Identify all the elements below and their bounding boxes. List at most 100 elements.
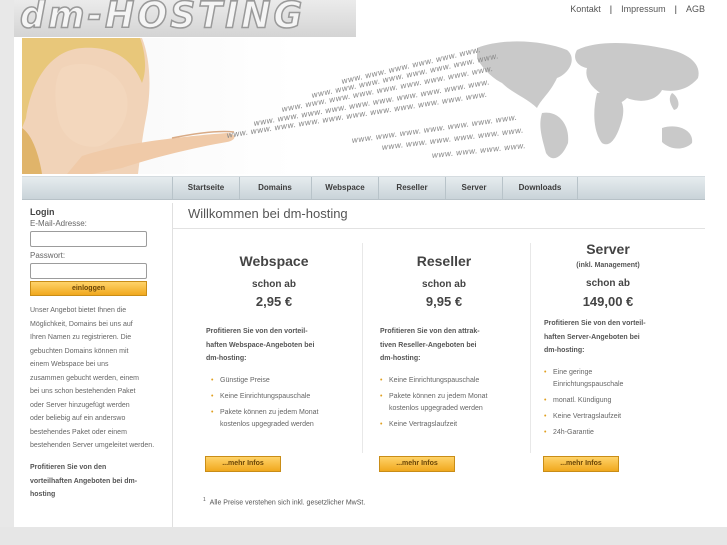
sidebar-text-line: einem Webspace bei uns <box>30 361 109 368</box>
plan-intro: Profitieren Sie von den vorteil- haften … <box>206 325 356 366</box>
plan-intro-line: dm-hosting: <box>544 347 585 354</box>
plan-name: Webspace <box>239 253 309 269</box>
more-info-button[interactable]: ...mehr Infos <box>205 456 281 472</box>
top-navigation: Kontakt | Impressum | AGB <box>570 4 705 14</box>
left-margin-strip <box>0 0 14 545</box>
login-button[interactable]: einloggen <box>30 281 147 296</box>
plan-price: 2,95 € <box>255 294 293 309</box>
world-map <box>477 41 699 159</box>
feature-text: Keine Einrichtungspauschale <box>389 377 480 384</box>
sidebar-promo: Profitieren Sie von den vorteilhaften An… <box>30 461 164 502</box>
plan-price: 149,00 € <box>582 294 634 309</box>
nav-item-webspace[interactable]: Webspace <box>312 177 379 199</box>
nav-item-downloads[interactable]: Downloads <box>503 177 578 199</box>
feature-text: kostenlos upgegraded werden <box>389 405 483 412</box>
price-footnote: 1 Alle Preise verstehen sich inkl. geset… <box>203 497 365 506</box>
nav-item-server[interactable]: Server <box>446 177 503 199</box>
plan-schon-ab: schon ab <box>586 278 630 289</box>
sidebar-text-line: bestehenden Server umgeleitet werden. <box>30 442 155 449</box>
sidebar-text-line: zusammen gebucht werden, einem <box>30 374 139 382</box>
feature-text: monatl. Kündigung <box>553 397 612 404</box>
plan-intro: Profitieren Sie von den vorteil- haften … <box>544 317 694 358</box>
bullet-icon: • <box>544 413 547 420</box>
title-divider <box>172 228 705 229</box>
plan-name: Server <box>586 241 630 257</box>
email-field[interactable] <box>30 231 147 247</box>
bullet-icon: • <box>211 393 214 400</box>
nav-item-startseite[interactable]: Startseite <box>172 177 240 199</box>
plan-intro-line: Profitieren Sie von den vorteil- <box>544 320 646 327</box>
bullet-icon: • <box>544 429 547 436</box>
bullet-icon: • <box>380 377 383 384</box>
bullet-icon: • <box>380 421 383 428</box>
header-banner: www. www. www. www. www. www. www. www. … <box>22 38 705 174</box>
www-stream: www. www. www. www. www. www. www. www. … <box>226 45 526 160</box>
topnav-link-impressum[interactable]: Impressum <box>621 4 666 14</box>
login-title: Login <box>30 207 55 217</box>
password-field[interactable] <box>30 263 147 279</box>
feature-text: Keine Vertragslaufzeit <box>553 413 622 420</box>
banner-artwork: www. www. www. www. www. www. www. www. … <box>22 38 699 174</box>
plan-intro-line: dm-hosting: <box>380 355 421 362</box>
plan-intro-line: Profitieren Sie von den vorteil- <box>206 328 308 335</box>
topnav-link-kontakt[interactable]: Kontakt <box>570 4 601 14</box>
feature-text: Pakete können zu jedem Monat <box>220 409 319 416</box>
topnav-separator: | <box>674 4 677 14</box>
sidebar: Login E-Mail-Adresse: Passwort: einlogge… <box>22 203 173 527</box>
feature-text: Eine geringe <box>553 369 593 376</box>
nav-item-reseller[interactable]: Reseller <box>379 177 446 199</box>
sidebar-text-line: oder Server hinzugefügt werden <box>30 401 130 409</box>
sidebar-text-line: Unser Angebot bietet Ihnen die <box>30 307 127 314</box>
feature-text: Günstige Preise <box>220 377 270 384</box>
bullet-icon: • <box>544 397 547 404</box>
feature-text: Keine Vertragslaufzeit <box>389 421 458 428</box>
sidebar-text-line: Ihren Namen zu registrieren. Die <box>30 334 132 341</box>
plan-schon-ab: schon ab <box>252 279 296 290</box>
footnote-marker: 1 <box>203 497 206 503</box>
plan-intro-line: tiven Reseller-Angeboten bei <box>380 341 477 349</box>
column-divider <box>530 243 531 453</box>
bullet-icon: • <box>211 409 214 416</box>
plan-subtitle: (inkl. Management) <box>576 262 640 269</box>
feature-text: Pakete können zu jedem Monat <box>389 393 488 400</box>
footnote-text: Alle Preise verstehen sich inkl. gesetzl… <box>209 499 366 507</box>
main-navigation: Startseite Domains Webspace Reseller Ser… <box>22 176 705 200</box>
page-title: Willkommen bei dm-hosting <box>188 206 348 221</box>
bullet-icon: • <box>544 369 547 376</box>
sidebar-promo-line: vorteilhaften Angeboten bei dm- <box>30 477 138 485</box>
plan-intro-line: haften Server-Angeboten bei <box>544 333 640 341</box>
sidebar-text-line: bei uns schon bestehenden Paket <box>30 388 136 395</box>
plan-price: 9,95 € <box>425 294 463 309</box>
plan-name: Reseller <box>416 253 472 269</box>
plan-intro-line: dm-hosting: <box>206 355 247 362</box>
bottom-margin-strip <box>0 527 727 545</box>
topnav-link-agb[interactable]: AGB <box>686 4 705 14</box>
bullet-icon: • <box>380 393 383 400</box>
column-divider <box>362 243 363 453</box>
sidebar-text-line: oder beliebig auf ein anderswo <box>30 415 126 422</box>
sidebar-description: Unser Angebot bietet Ihnen die Möglichke… <box>30 304 164 453</box>
email-label: E-Mail-Adresse: <box>30 219 87 228</box>
site-logo[interactable]: dm-HOSTING <box>14 0 356 37</box>
more-info-button[interactable]: ...mehr Infos <box>379 456 455 472</box>
password-label: Passwort: <box>30 251 66 260</box>
plan-intro: Profitieren Sie von den attrak- tiven Re… <box>380 325 528 366</box>
more-info-button[interactable]: ...mehr Infos <box>543 456 619 472</box>
topnav-separator: | <box>609 4 613 14</box>
feature-text: 24h-Garantie <box>553 429 594 436</box>
sidebar-promo-line: hosting <box>30 491 56 498</box>
bullet-icon: • <box>211 377 214 384</box>
plan-schon-ab: schon ab <box>422 279 466 290</box>
sidebar-promo-line: Profitieren Sie von den <box>30 464 107 471</box>
logo-text: dm-HOSTING <box>19 0 306 37</box>
sidebar-text-line: bestehendes Paket oder einem <box>30 428 127 436</box>
feature-text: Keine Einrichtungspauschale <box>220 393 311 400</box>
nav-item-domains[interactable]: Domains <box>239 177 312 199</box>
plan-intro-line: haften Webspace-Angeboten bei <box>206 341 315 349</box>
feature-text: kostenlos upgegraded werden <box>220 421 314 428</box>
sidebar-text-line: gebuchten Domains können mit <box>30 347 129 355</box>
plan-intro-line: Profitieren Sie von den attrak- <box>380 328 480 335</box>
feature-text: Einrichtungspauschale <box>553 381 624 388</box>
sidebar-text-line: Möglichkeit, Domains bei uns auf <box>30 320 133 328</box>
woman-photo <box>22 38 235 174</box>
